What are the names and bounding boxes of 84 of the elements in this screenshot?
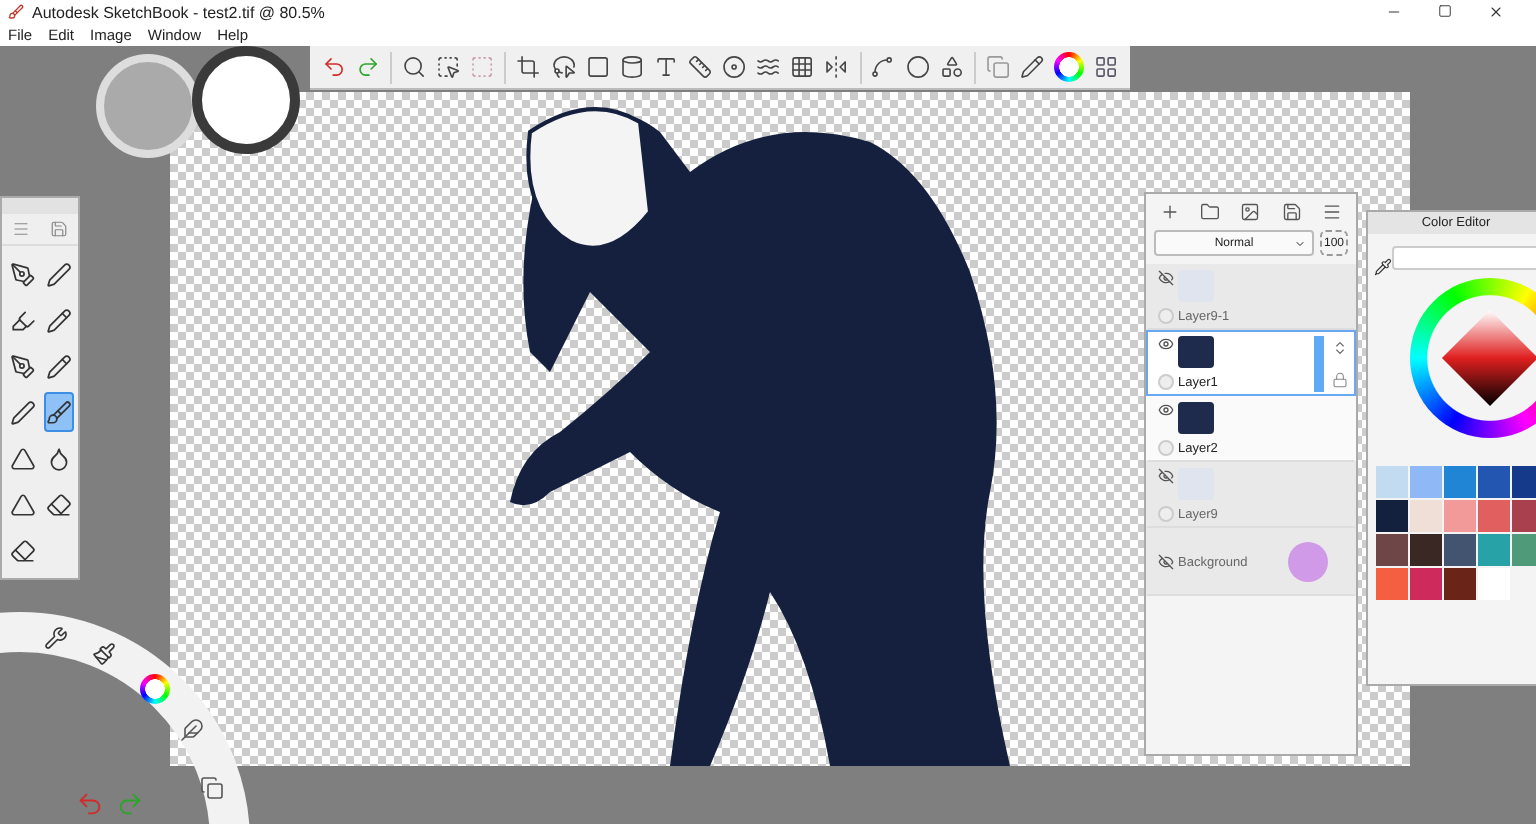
layer-radio[interactable] — [1158, 440, 1174, 456]
move-icon[interactable] — [1332, 339, 1348, 355]
folder-icon[interactable] — [1200, 202, 1221, 222]
brush-size-puck[interactable] — [96, 54, 200, 158]
pencil-icon[interactable] — [46, 353, 72, 379]
eraser-icon[interactable] — [46, 491, 72, 517]
lock-icon[interactable] — [1332, 371, 1348, 387]
color-swatch[interactable] — [1410, 466, 1442, 498]
window-title: Autodesk SketchBook - test2.tif @ 80.5% — [32, 3, 327, 21]
ellipse-icon[interactable] — [722, 54, 747, 80]
brush-icon[interactable] — [92, 642, 116, 666]
redo-icon[interactable] — [356, 54, 381, 80]
ruler-icon[interactable] — [687, 54, 713, 80]
menu-icon[interactable] — [1321, 202, 1342, 222]
color-wheel[interactable] — [1410, 278, 1536, 438]
selection-icon[interactable] — [436, 54, 461, 80]
symmetry-icon[interactable] — [824, 54, 850, 80]
color-swatch[interactable] — [1376, 466, 1408, 498]
color-swatch[interactable] — [1512, 534, 1536, 566]
color-swatch[interactable] — [1444, 534, 1476, 566]
color-swatch[interactable] — [1478, 534, 1510, 566]
image-icon[interactable] — [1240, 202, 1261, 222]
color-swatch[interactable] — [1410, 534, 1442, 566]
color-swatch[interactable] — [1444, 568, 1476, 600]
caret-icon — [1294, 237, 1306, 249]
eye-off-icon[interactable] — [1158, 270, 1174, 286]
save-icon[interactable] — [1281, 202, 1302, 222]
eye-icon[interactable] — [1158, 402, 1174, 418]
layer-radio[interactable] — [1158, 308, 1174, 324]
color-swatch[interactable] — [1444, 500, 1476, 532]
opacity-puck[interactable] — [192, 46, 300, 154]
layer-thumbnail — [1178, 402, 1214, 434]
eyedropper-icon[interactable] — [1374, 258, 1392, 276]
layer-radio[interactable] — [1158, 506, 1174, 522]
square-icon[interactable] — [585, 54, 610, 80]
color-swatch[interactable] — [1444, 466, 1476, 498]
selection-bar — [1314, 335, 1324, 391]
pencil-icon[interactable] — [46, 307, 72, 333]
color-swatch[interactable] — [1376, 568, 1408, 600]
color-swatch[interactable] — [1512, 500, 1536, 532]
eye-off-icon[interactable] — [1158, 468, 1174, 484]
brush-icon[interactable] — [46, 399, 72, 425]
crop-icon[interactable] — [516, 54, 542, 80]
text-icon[interactable] — [653, 54, 678, 80]
cylinder-icon[interactable] — [619, 54, 644, 80]
color-swatch[interactable] — [1478, 568, 1510, 600]
undo-icon[interactable] — [322, 54, 347, 80]
lasso-icon[interactable] — [551, 54, 576, 80]
maximize-icon[interactable] — [1438, 4, 1452, 18]
close-icon[interactable] — [1488, 4, 1504, 20]
palette-title-bar — [2, 198, 78, 214]
eraser-icon[interactable] — [10, 537, 36, 563]
shapes-icon[interactable] — [939, 54, 964, 80]
circle-icon[interactable] — [905, 54, 930, 80]
triangle-icon[interactable] — [10, 491, 36, 517]
color-value-field[interactable] — [1392, 246, 1536, 270]
wrench-icon[interactable] — [44, 626, 68, 650]
pen-nib-icon[interactable] — [10, 353, 36, 379]
color-swatch[interactable] — [1410, 568, 1442, 600]
app-icon — [8, 4, 24, 20]
curve-icon[interactable] — [756, 54, 781, 80]
copy-icon[interactable] — [200, 776, 224, 800]
color-swatch[interactable] — [1376, 534, 1408, 566]
droplet-icon[interactable] — [46, 445, 72, 471]
stroke-icon[interactable] — [870, 54, 896, 80]
eye-icon[interactable] — [1158, 336, 1174, 352]
pen-nib-icon[interactable] — [10, 261, 36, 287]
grid-squares-icon[interactable] — [1093, 54, 1119, 80]
add-icon[interactable] — [1160, 202, 1181, 222]
color-swatch[interactable] — [1478, 466, 1510, 498]
grid-icon[interactable] — [790, 54, 815, 80]
color-swatch[interactable] — [1376, 500, 1408, 532]
search-icon[interactable] — [402, 54, 427, 80]
triangle-icon[interactable] — [10, 445, 36, 471]
color-swatch[interactable] — [1512, 466, 1536, 498]
marker-icon[interactable] — [10, 307, 36, 333]
layer-thumbnail — [1178, 336, 1214, 368]
layer-radio[interactable] — [1158, 374, 1174, 390]
brush-slot[interactable] — [44, 392, 74, 432]
eye-off-icon[interactable] — [1158, 554, 1174, 570]
color-wheel-icon[interactable] — [1053, 52, 1084, 82]
color-swatch[interactable] — [1410, 500, 1442, 532]
color-swatch[interactable] — [1478, 500, 1510, 532]
background-color-dot[interactable] — [1288, 542, 1328, 582]
